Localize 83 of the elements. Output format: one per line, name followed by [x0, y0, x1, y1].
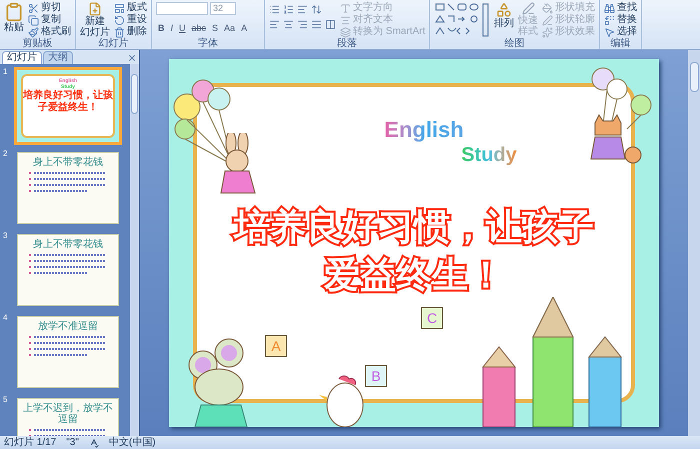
slide-thumbnail[interactable]: 放学不准逗留 — [14, 313, 122, 391]
reset-button[interactable]: 重设 — [114, 14, 147, 26]
shapes-gallery-icon[interactable] — [434, 2, 490, 38]
line-spacing-icon — [311, 4, 322, 15]
select-button[interactable]: 选择 — [604, 26, 638, 38]
paste-button[interactable]: 粘贴 — [4, 2, 24, 34]
indent-icon — [297, 4, 308, 15]
letter-card: B — [365, 365, 387, 387]
thumbnail-title: 身上不带零花钱 — [33, 239, 103, 250]
scrollbar[interactable] — [130, 64, 139, 436]
replace-icon — [604, 14, 616, 26]
quick-styles-icon — [522, 2, 535, 15]
group-label: 段落 — [336, 38, 358, 49]
letter-card: A — [265, 335, 287, 357]
layout-button[interactable]: 版式 — [114, 2, 147, 14]
shape-effects-icon — [542, 26, 554, 38]
align-right-icon — [297, 19, 308, 30]
align-center-icon — [283, 19, 294, 30]
replace-button[interactable]: 替换 — [604, 14, 638, 26]
slide-number: 2 — [3, 149, 8, 159]
arrange-button[interactable]: 排列 — [494, 2, 514, 30]
justify-icon — [311, 19, 322, 30]
slide-title: 爱益终生！ — [319, 251, 509, 299]
thumbnail-title: 放学不准逗留 — [38, 321, 98, 332]
cut-icon — [28, 2, 39, 14]
font-size-field[interactable]: 32 — [210, 2, 236, 15]
smartart-icon — [340, 26, 351, 38]
slide-thumbnail[interactable]: 身上不带零花钱 — [14, 231, 122, 309]
paste-icon — [4, 2, 24, 22]
slide-number: 4 — [3, 313, 8, 323]
slide-number: 1 — [3, 67, 8, 77]
language-indicator: 中文(中国) — [108, 436, 156, 448]
group-label: 剪贴板 — [22, 38, 54, 49]
group-label: 编辑 — [610, 38, 632, 49]
scrollbar[interactable] — [688, 50, 700, 436]
copy-button[interactable]: 复制 — [28, 14, 71, 26]
letter-card: C — [421, 307, 443, 329]
slide-thumbnail[interactable]: 身上不带零花钱 — [14, 149, 122, 227]
group-label: 字体 — [197, 38, 219, 49]
text-direction-icon — [340, 2, 351, 14]
thumbnail-title: 身上不带零花钱 — [33, 157, 103, 168]
slide-number: 5 — [3, 395, 8, 405]
numbering-icon — [283, 4, 294, 15]
thumbnail-title: 上学不迟到，放学不逗留 — [22, 403, 114, 425]
copy-icon — [28, 14, 39, 26]
format-button[interactable]: Aa — [222, 22, 238, 34]
close-icon[interactable] — [127, 53, 137, 63]
delete-icon — [114, 26, 125, 38]
align-text-icon — [340, 14, 351, 26]
pane-tab[interactable]: 大纲 — [43, 51, 73, 64]
slide-number: 3 — [3, 231, 8, 241]
reset-icon — [114, 14, 125, 26]
align-left-icon — [269, 19, 280, 30]
slide-thumbnail[interactable]: 上学不迟到，放学不逗留 — [14, 395, 122, 436]
cut-button[interactable]: 剪切 — [28, 2, 71, 14]
group-label: 幻灯片 — [98, 38, 130, 49]
shape-outline-icon — [542, 14, 554, 26]
slide-title: 培养良好习惯，让孩子 — [229, 203, 599, 251]
format-button[interactable]: U — [177, 22, 188, 34]
find-button[interactable]: 查找 — [604, 2, 638, 14]
font-name-field[interactable] — [156, 2, 208, 15]
group-label: 绘图 — [504, 38, 526, 49]
format-button[interactable]: A — [239, 22, 250, 34]
columns-icon — [325, 19, 336, 30]
delete-button[interactable]: 删除 — [114, 26, 147, 38]
select-icon — [604, 26, 616, 38]
format-button[interactable]: I — [168, 22, 176, 34]
layout-icon — [114, 2, 125, 14]
format-painter-icon — [28, 26, 39, 38]
format-button[interactable]: S — [210, 22, 220, 34]
spell-check-icon — [88, 438, 99, 448]
format-button[interactable]: B — [156, 22, 166, 34]
find-icon — [604, 2, 616, 14]
pane-tab[interactable]: 幻灯片 — [2, 51, 42, 64]
new-slide-icon — [88, 2, 102, 16]
shape-fill-icon — [542, 2, 554, 14]
format-button[interactable]: abc — [190, 22, 208, 34]
new-slide-button[interactable]: 新建 幻灯片 — [80, 2, 110, 38]
theme-name: "3" — [66, 436, 79, 448]
arrange-icon — [496, 2, 512, 18]
thumbnail-title: 培养良好习惯，让孩子爱益终生！ — [23, 90, 113, 114]
slide-counter: 幻灯片 1/17 — [4, 436, 56, 448]
format-painter-button[interactable]: 格式刷 — [28, 26, 71, 38]
